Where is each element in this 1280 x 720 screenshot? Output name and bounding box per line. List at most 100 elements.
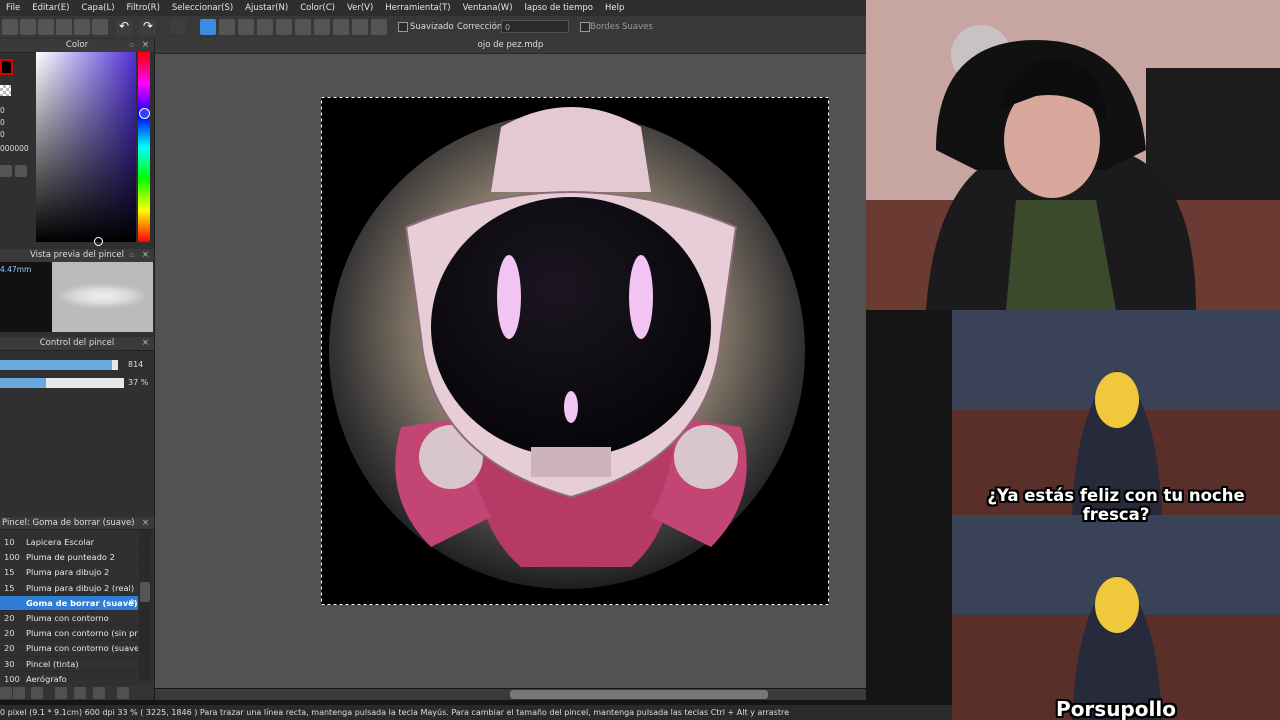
stabilizer-1-icon[interactable] bbox=[219, 19, 235, 35]
menu-timelapse[interactable]: lapso de tiempo bbox=[525, 3, 599, 13]
new-file-icon[interactable] bbox=[2, 19, 18, 35]
brush-list-item[interactable]: 100 Aerógrafo bbox=[0, 672, 138, 687]
brush-preview-title: Vista previa del pincel bbox=[30, 250, 124, 260]
right-eye bbox=[629, 255, 653, 339]
settings-icon[interactable] bbox=[371, 19, 387, 35]
hue-marker[interactable] bbox=[139, 108, 150, 119]
red-value: 0 bbox=[0, 106, 5, 115]
new-brush-icon[interactable] bbox=[13, 687, 25, 699]
close-icon[interactable]: × bbox=[142, 39, 149, 52]
canvas-area[interactable]: ojo de pez.mdp bbox=[155, 38, 866, 700]
file-icon[interactable] bbox=[56, 19, 72, 35]
arrow-icon[interactable] bbox=[0, 687, 12, 699]
stabilizer-off-icon[interactable] bbox=[200, 19, 216, 35]
stabilizer-2-icon[interactable] bbox=[238, 19, 254, 35]
brush-preview-header: Vista previa del pincel ▫ × bbox=[0, 249, 154, 263]
duplicate-icon[interactable] bbox=[93, 687, 105, 699]
menu-tool[interactable]: Herramienta(T) bbox=[385, 3, 456, 13]
selection-tool-icon[interactable] bbox=[170, 19, 186, 35]
gear-icon[interactable]: ✲ bbox=[128, 596, 135, 610]
close-icon[interactable]: × bbox=[142, 337, 149, 350]
checkbox-icon[interactable] bbox=[398, 22, 408, 32]
stabilizer-3-icon[interactable] bbox=[257, 19, 273, 35]
brush-size-slider[interactable] bbox=[0, 360, 118, 370]
character-right-hand bbox=[674, 425, 738, 489]
green-value: 0 bbox=[0, 118, 5, 127]
brush-list-item[interactable]: 20 Pluma con contorno (suave) bbox=[0, 641, 138, 657]
menu-layer[interactable]: Capa(L) bbox=[81, 3, 120, 13]
brush-list-item[interactable]: 814 Goma de borrar (suave) ✲ bbox=[0, 595, 138, 611]
brush-name: Aerógrafo bbox=[26, 673, 67, 684]
color-marker[interactable] bbox=[94, 237, 103, 246]
brush-name: Pluma con contorno (sin presión) bbox=[26, 628, 138, 639]
brush-size: 15 bbox=[4, 567, 15, 578]
brush-list-scroll-thumb[interactable] bbox=[140, 582, 150, 602]
trash-icon[interactable] bbox=[117, 687, 129, 699]
brush-list-title: Pincel: Goma de borrar (suave) bbox=[2, 518, 135, 528]
canvas-scroll-thumb[interactable] bbox=[510, 690, 768, 699]
menu-filter[interactable]: Filtro(R) bbox=[127, 3, 166, 13]
pin-icon[interactable]: ▫ bbox=[129, 517, 134, 530]
brush-list-item[interactable]: 20 Pluma con contorno (sin presión) bbox=[0, 626, 138, 642]
soft-edges-checkbox[interactable] bbox=[580, 22, 590, 32]
close-icon[interactable]: × bbox=[142, 249, 149, 262]
transparent-color-swatch[interactable] bbox=[0, 85, 11, 96]
menu-view[interactable]: Ver(V) bbox=[347, 3, 379, 13]
correction-select[interactable]: 0 bbox=[501, 20, 569, 33]
comment-icon[interactable] bbox=[38, 19, 54, 35]
close-icon[interactable]: × bbox=[142, 517, 149, 530]
pin-icon[interactable]: ▫ bbox=[129, 249, 134, 262]
brush-size: 15 bbox=[4, 582, 15, 593]
undo-icon[interactable]: ↶ bbox=[116, 19, 132, 35]
soft-edges-label: Bordes Suaves bbox=[590, 22, 653, 32]
radial-icon[interactable] bbox=[352, 19, 368, 35]
brush-name: Pluma para dibujo 2 (real) bbox=[26, 582, 135, 593]
snap-icon[interactable] bbox=[314, 19, 330, 35]
brush-list-actions bbox=[0, 686, 154, 700]
menu-file[interactable]: File bbox=[6, 3, 26, 13]
foreground-color-swatch[interactable] bbox=[0, 59, 13, 75]
folder-icon[interactable] bbox=[74, 687, 86, 699]
redo-icon[interactable]: ↷ bbox=[140, 19, 156, 35]
menu-bar: File Editar(E) Capa(L) Filtro(R) Selecci… bbox=[0, 0, 866, 16]
pin-icon[interactable]: ▫ bbox=[129, 39, 134, 52]
speech-bubble-icon[interactable] bbox=[20, 19, 36, 35]
brush-list-item[interactable]: 15 Pluma para dibujo 2 bbox=[0, 565, 138, 581]
stabilizer-4-icon[interactable] bbox=[276, 19, 292, 35]
brush-list-item[interactable]: 20 Pluma con contorno bbox=[0, 611, 138, 627]
saturation-value-picker[interactable] bbox=[36, 52, 136, 242]
brush-size: 30 bbox=[4, 658, 15, 669]
rotate-icon[interactable] bbox=[333, 19, 349, 35]
brush-list-item[interactable]: 100 Pluma de punteado 2 bbox=[0, 550, 138, 566]
menu-adjust[interactable]: Ajustar(N) bbox=[245, 3, 294, 13]
brush-list-scrollbar[interactable] bbox=[139, 530, 151, 680]
list-icon[interactable] bbox=[74, 19, 90, 35]
canvas-horizontal-scrollbar[interactable] bbox=[155, 689, 866, 700]
menu-select[interactable]: Seleccionar(S) bbox=[172, 3, 239, 13]
brush-size: 814 bbox=[4, 597, 22, 608]
brush-list-item[interactable]: 15 Pluma para dibujo 2 (real) bbox=[0, 581, 138, 596]
copy-icon[interactable] bbox=[55, 687, 67, 699]
stabilizer-5-icon[interactable] bbox=[295, 19, 311, 35]
brush-size-value: 814 bbox=[128, 360, 144, 369]
brush-list-item[interactable]: 10 Lapicera Escolar bbox=[0, 535, 138, 551]
menu-color[interactable]: Color(C) bbox=[300, 3, 341, 13]
brush-opacity-slider[interactable] bbox=[0, 378, 124, 388]
brush-list: 10 Lapicera Escolar 100 Pluma de punteado 2… bbox=[0, 535, 138, 687]
brush-size-readout: 4.47mm bbox=[0, 262, 52, 332]
eyedropper-icon[interactable] bbox=[0, 165, 12, 177]
artwork-canvas[interactable] bbox=[321, 97, 829, 605]
palette-icon[interactable] bbox=[15, 165, 27, 177]
brush-menu-icon[interactable] bbox=[31, 687, 43, 699]
menu-window[interactable]: Ventana(W) bbox=[463, 3, 519, 13]
brush-list-header: Pincel: Goma de borrar (suave) ▫ × bbox=[0, 517, 154, 530]
brush-control-title: Control del pincel bbox=[39, 338, 115, 348]
brush-list-item[interactable]: 30 Pincel (tinta) bbox=[0, 657, 138, 672]
grid-icon[interactable] bbox=[92, 19, 108, 35]
menu-edit[interactable]: Editar(E) bbox=[32, 3, 75, 13]
blue-value: 0 bbox=[0, 130, 5, 139]
status-bar: 0 pixel (9.1 * 9.1cm) 600 dpi 33 % ( 322… bbox=[0, 705, 952, 720]
hue-slider[interactable] bbox=[138, 52, 150, 242]
color-panel-header: Color ▫ × bbox=[0, 39, 154, 53]
menu-help[interactable]: Help bbox=[605, 3, 630, 13]
